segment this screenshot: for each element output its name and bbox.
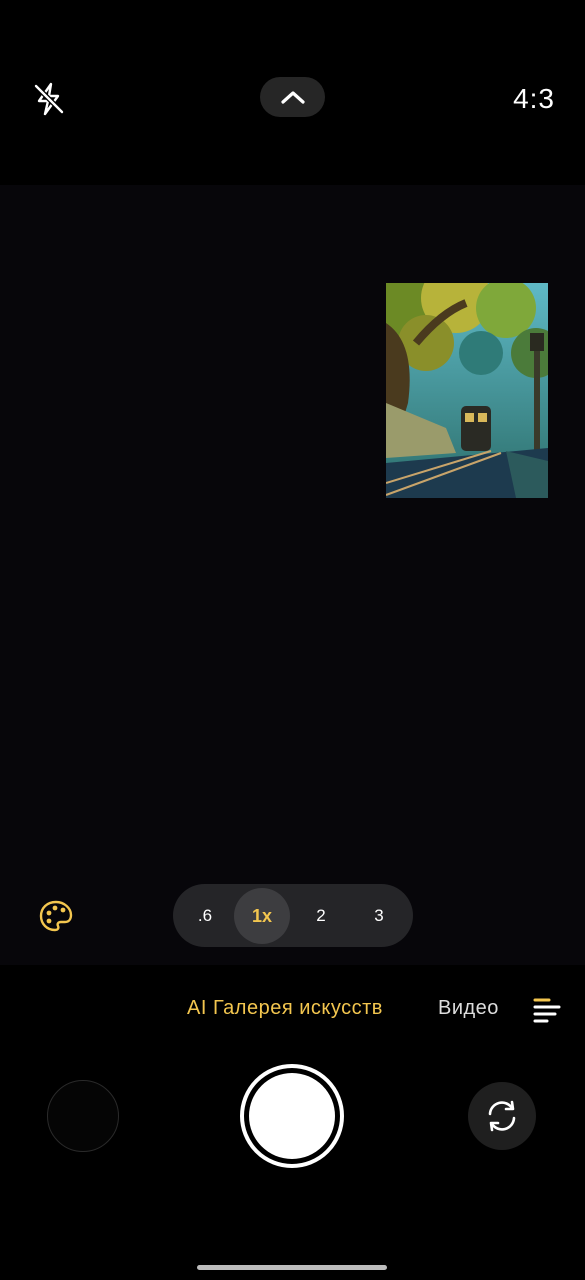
switch-camera-icon <box>488 1100 516 1132</box>
gallery-thumbnail[interactable] <box>47 1080 119 1152</box>
aspect-ratio-button[interactable]: 4:3 <box>513 83 555 115</box>
preview-image <box>386 283 548 498</box>
zoom-option-1x[interactable]: 1x <box>234 888 290 944</box>
expand-settings-button[interactable] <box>260 77 325 117</box>
chevron-up-icon <box>280 91 305 104</box>
zoom-option-2[interactable]: 2 <box>293 888 349 944</box>
flash-off-icon <box>34 82 64 116</box>
zoom-option-0-6[interactable]: .6 <box>177 888 233 944</box>
switch-camera-button[interactable] <box>468 1082 536 1150</box>
flash-toggle-button[interactable] <box>30 80 68 118</box>
art-filter-button[interactable] <box>38 898 74 934</box>
zoom-option-3[interactable]: 3 <box>351 888 407 944</box>
mode-ai-art-gallery[interactable]: AI Галерея искусств <box>187 997 383 1020</box>
more-modes-button[interactable] <box>533 997 561 1023</box>
top-bar: 4:3 <box>0 0 585 185</box>
shutter-button[interactable] <box>240 1064 344 1168</box>
shutter-inner <box>249 1073 335 1159</box>
palette-icon <box>39 900 73 932</box>
zoom-selector: .6 1x 2 3 <box>173 884 413 947</box>
more-modes-icon <box>533 998 561 1023</box>
home-indicator[interactable] <box>197 1265 387 1270</box>
mode-video[interactable]: Видео <box>438 997 499 1020</box>
